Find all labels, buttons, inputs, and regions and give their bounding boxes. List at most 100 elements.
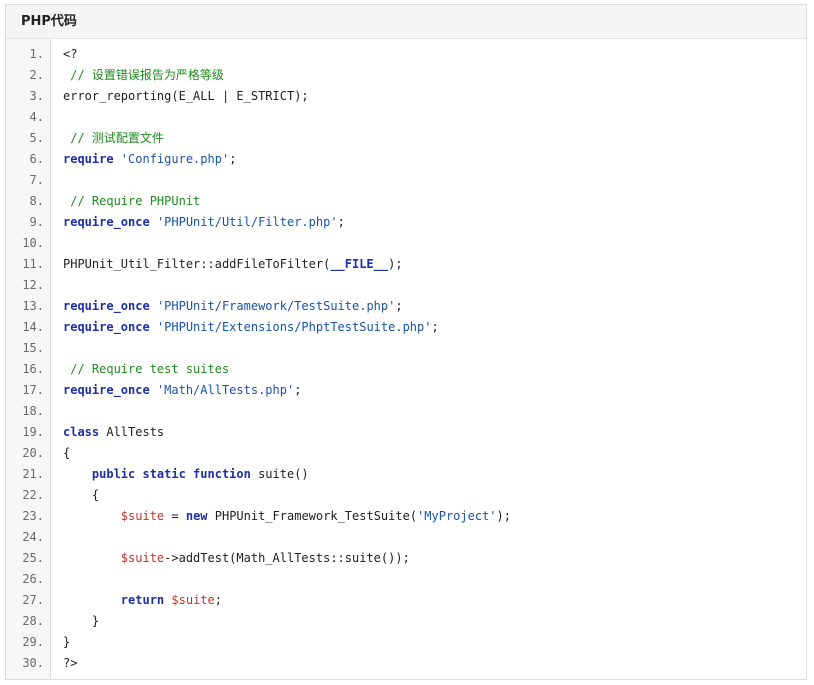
code-token: suite() bbox=[250, 467, 309, 481]
keyword-token: require_once bbox=[63, 215, 150, 229]
line-number: 16. bbox=[22, 362, 44, 376]
comment-token: // Require test suites bbox=[63, 362, 230, 376]
code-token: { bbox=[63, 488, 100, 502]
keyword-token: new bbox=[185, 509, 208, 523]
code-line: 28. } bbox=[6, 611, 806, 632]
keyword-token: require_once bbox=[63, 320, 150, 334]
code-line: 2. // 设置错误报告为严格等级 bbox=[6, 65, 806, 86]
string-token: 'PHPUnit/Extensions/PhptTestSuite.php' bbox=[156, 320, 432, 334]
line-source: require_once 'PHPUnit/Util/Filter.php'; bbox=[63, 212, 345, 233]
line-source: require_once 'PHPUnit/Framework/TestSuit… bbox=[63, 296, 403, 317]
code-line: 18. bbox=[6, 401, 806, 422]
code-line: 13. require_once 'PHPUnit/Framework/TestS… bbox=[6, 296, 806, 317]
string-token: 'PHPUnit/Util/Filter.php' bbox=[156, 215, 338, 229]
line-number: 28. bbox=[22, 614, 44, 628]
code-line: 15. bbox=[6, 338, 806, 359]
code-token: } bbox=[63, 635, 71, 649]
comment-token: // 测试配置文件 bbox=[63, 131, 164, 145]
line-number: 3. bbox=[29, 89, 44, 103]
code-token: ?> bbox=[63, 656, 78, 670]
line-source: $suite = new PHPUnit_Framework_TestSuite… bbox=[63, 506, 511, 527]
code-line: 8. // Require PHPUnit bbox=[6, 191, 806, 212]
line-source: // Require test suites bbox=[63, 359, 229, 380]
string-token: 'Configure.php' bbox=[120, 152, 230, 166]
code-token: ); bbox=[388, 257, 403, 271]
code-token: ; bbox=[294, 383, 302, 397]
keyword-token: require_once bbox=[63, 299, 150, 313]
string-token: 'PHPUnit/Framework/TestSuite.php' bbox=[156, 299, 396, 313]
line-number: 25. bbox=[22, 551, 44, 565]
line-number: 8. bbox=[29, 194, 44, 208]
code-token: AllTests bbox=[99, 425, 165, 439]
code-token: PHPUnit_Framework_TestSuite( bbox=[207, 509, 418, 523]
line-number: 1. bbox=[29, 47, 44, 61]
comment-token: // 设置错误报告为严格等级 bbox=[63, 68, 224, 82]
line-source: error_reporting(E_ALL | E_STRICT); bbox=[63, 86, 309, 107]
line-number: 6. bbox=[29, 152, 44, 166]
line-number: 22. bbox=[22, 488, 44, 502]
code-line: 17. require_once 'Math/AllTests.php'; bbox=[6, 380, 806, 401]
line-number: 30. bbox=[22, 656, 44, 670]
code-token: ; bbox=[337, 215, 345, 229]
string-token: 'Math/AllTests.php' bbox=[156, 383, 295, 397]
line-number: 23. bbox=[22, 509, 44, 523]
code-line: 5. // 测试配置文件 bbox=[6, 128, 806, 149]
variable-token: $suite bbox=[120, 509, 165, 523]
line-number: 27. bbox=[22, 593, 44, 607]
code-language-title: PHP代码 bbox=[21, 14, 77, 29]
line-source: $suite->addTest(Math_AllTests::suite()); bbox=[63, 548, 410, 569]
code-line: 16. // Require test suites bbox=[6, 359, 806, 380]
code-line: 9. require_once 'PHPUnit/Util/Filter.php'… bbox=[6, 212, 806, 233]
line-source: return $suite; bbox=[63, 590, 222, 611]
line-number: 12. bbox=[22, 278, 44, 292]
variable-token: $suite bbox=[120, 551, 165, 565]
line-number: 14. bbox=[22, 320, 44, 334]
code-line: 3. error_reporting(E_ALL | E_STRICT); bbox=[6, 86, 806, 107]
line-source: class AllTests bbox=[63, 422, 164, 443]
line-number: 18. bbox=[22, 404, 44, 418]
code-line: 6. require 'Configure.php'; bbox=[6, 149, 806, 170]
code-line: 29.} bbox=[6, 632, 806, 653]
code-listing: 1. <? 2. // 设置错误报告为严格等级 3. error_reporting(E… bbox=[6, 44, 806, 674]
line-source: ?> bbox=[63, 653, 77, 674]
code-line: 22. { bbox=[6, 485, 806, 506]
line-source: // 测试配置文件 bbox=[63, 128, 164, 149]
code-token: { bbox=[63, 446, 71, 460]
comment-token: // Require PHPUnit bbox=[63, 194, 201, 208]
keyword-token: return bbox=[120, 593, 165, 607]
code-line: 24. bbox=[6, 527, 806, 548]
line-source: <? bbox=[63, 44, 77, 65]
line-number: 21. bbox=[22, 467, 44, 481]
line-source: PHPUnit_Util_Filter::addFileToFilter(__F… bbox=[63, 254, 403, 275]
code-line: 27. return $suite; bbox=[6, 590, 806, 611]
line-number: 9. bbox=[29, 215, 44, 229]
code-token: PHPUnit_Util_Filter::addFileToFilter( bbox=[63, 257, 331, 271]
line-number: 26. bbox=[22, 572, 44, 586]
keyword-token: public static function bbox=[91, 467, 251, 481]
line-source: // Require PHPUnit bbox=[63, 191, 200, 212]
code-token: <? bbox=[63, 47, 78, 61]
code-line: 1. <? bbox=[6, 44, 806, 65]
code-token: ->addTest(Math_AllTests::suite()); bbox=[164, 551, 410, 565]
code-line: 19. class AllTests bbox=[6, 422, 806, 443]
keyword-token: class bbox=[63, 425, 100, 439]
code-line: 4. bbox=[6, 107, 806, 128]
code-block: PHP代码 1. <? 2. // 设置错误报告为严格等级 3. error_repor… bbox=[5, 4, 807, 680]
code-line: 12. bbox=[6, 275, 806, 296]
line-source: require 'Configure.php'; bbox=[63, 149, 236, 170]
code-line: 23. $suite = new PHPUnit_Framework_TestS… bbox=[6, 506, 806, 527]
line-number: 29. bbox=[22, 635, 44, 649]
keyword-token: __FILE__ bbox=[330, 257, 389, 271]
line-number: 2. bbox=[29, 68, 44, 82]
line-source: { bbox=[63, 443, 70, 464]
code-token: ; bbox=[431, 320, 439, 334]
line-number: 11. bbox=[22, 257, 44, 271]
keyword-token: require_once bbox=[63, 383, 150, 397]
